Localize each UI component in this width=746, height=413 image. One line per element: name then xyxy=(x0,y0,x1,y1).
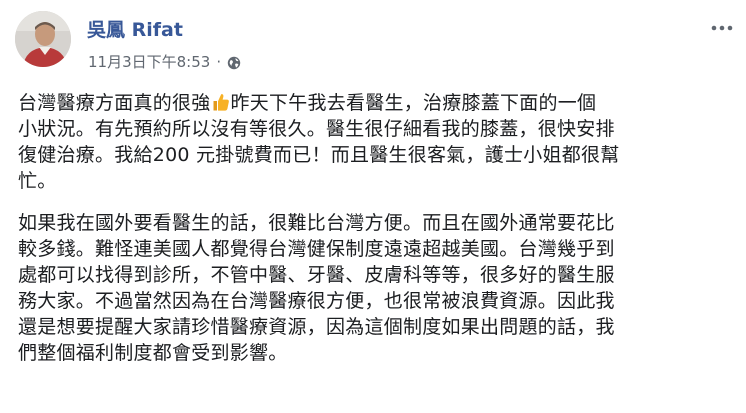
avatar[interactable] xyxy=(15,11,71,67)
post-body: 台灣醫療方面真的很強 昨天下午我去看醫生，治療膝蓋下面的一個 小狀況。有先預約所以… xyxy=(18,90,733,366)
post-line: 較多錢。難怪連美國人都覺得台灣健保制度遠遠超越美國。台灣幾乎到 xyxy=(18,238,615,260)
meta-separator: · xyxy=(216,53,222,71)
post-meta: 11月3日下午8:53 · xyxy=(88,52,241,72)
post-timestamp[interactable]: 11月3日下午8:53 xyxy=(88,52,210,72)
post-line: 還是想要提醒大家請珍惜醫療資源，因為這個制度如果出問題的話，我 xyxy=(18,316,615,338)
post-line: 如果我在國外要看醫生的話，很難比台灣方便。而且在國外通常要花比 xyxy=(18,212,615,234)
post-paragraph-2: 如果我在國外要看醫生的話，很難比台灣方便。而且在國外通常要花比 較多錢。難怪連美… xyxy=(18,210,733,366)
post-line: 復健治療。我給200 元掛號費而已！而且醫生很客氣，護士小姐都很幫 xyxy=(18,144,620,166)
post-line: 忙。 xyxy=(18,170,57,192)
post-line: 務大家。不過當然因為在台灣醫療很方便，也很常被浪費資源。因此我 xyxy=(18,290,615,312)
facebook-post: 吳鳳 Rifat 11月3日下午8:53 · 台灣醫療方面真的很強 昨天下午我去看… xyxy=(0,0,746,413)
post-text-segment: 台灣醫療方面真的很強 xyxy=(18,92,211,114)
thumbs-up-emoji-icon xyxy=(212,92,230,112)
post-line: 小狀況。有先預約所以沒有等很久。醫生很仔細看我的膝蓋，很快安排 xyxy=(18,118,615,140)
post-line: 處都可以找得到診所，不管中醫、牙醫、皮膚科等等，很多好的醫生服 xyxy=(18,264,615,286)
post-paragraph-1: 台灣醫療方面真的很強 昨天下午我去看醫生，治療膝蓋下面的一個 小狀況。有先預約所以… xyxy=(18,90,733,194)
post-text-segment: 昨天下午我去看醫生，治療膝蓋下面的一個 xyxy=(230,92,597,114)
post-line: 台灣醫療方面真的很強 昨天下午我去看醫生，治療膝蓋下面的一個 xyxy=(18,90,733,116)
author-name[interactable]: 吳鳳 Rifat xyxy=(87,18,183,42)
avatar-photo xyxy=(15,11,71,67)
post-line: 們整個福利制度都會受到影響。 xyxy=(18,342,288,364)
more-options-icon[interactable] xyxy=(708,18,736,38)
globe-icon[interactable] xyxy=(227,55,241,70)
